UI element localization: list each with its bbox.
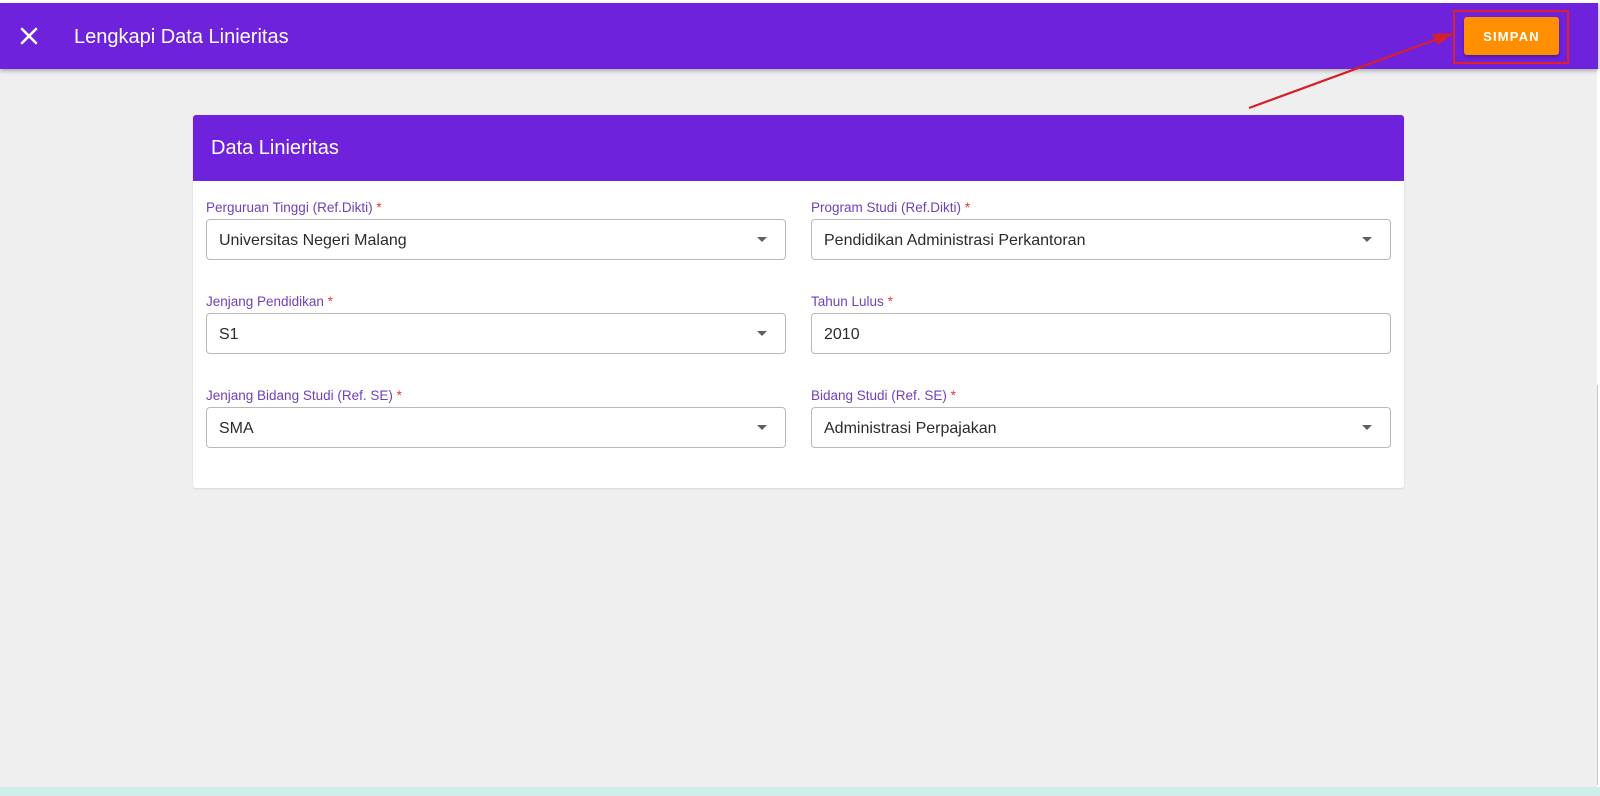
program-studi-select[interactable]: Pendidikan Administrasi Perkantoran — [811, 219, 1391, 260]
data-linieritas-card: Data Linieritas Perguruan Tinggi (Ref.Di… — [193, 115, 1404, 488]
chevron-down-icon — [757, 237, 767, 242]
bidang-studi-label: Bidang Studi (Ref. SE) * — [811, 388, 956, 403]
program-studi-label: Program Studi (Ref.Dikti) * — [811, 200, 971, 215]
card-header: Data Linieritas — [193, 115, 1404, 181]
bidang-studi-select[interactable]: Administrasi Perpajakan — [811, 407, 1391, 448]
chevron-down-icon — [757, 425, 767, 430]
chevron-down-icon — [1362, 237, 1372, 242]
chevron-down-icon — [757, 331, 767, 336]
perguruan-tinggi-label: Perguruan Tinggi (Ref.Dikti) * — [206, 200, 382, 215]
jenjang-bidang-studi-select[interactable]: SMA — [206, 407, 786, 448]
chevron-down-icon — [1362, 425, 1372, 430]
jenjang-pendidikan-label: Jenjang Pendidikan * — [206, 294, 333, 309]
perguruan-tinggi-select[interactable]: Universitas Negeri Malang — [206, 219, 786, 260]
app-bar: Lengkapi Data Linieritas SIMPAN — [0, 3, 1598, 69]
close-button[interactable] — [14, 21, 44, 51]
card-title: Data Linieritas — [211, 137, 339, 159]
bidang-studi-value: Administrasi Perpajakan — [824, 420, 997, 437]
tahun-lulus-input[interactable]: 2010 — [811, 313, 1391, 354]
tahun-lulus-label: Tahun Lulus * — [811, 294, 893, 309]
close-icon — [20, 27, 38, 45]
jenjang-bidang-studi-label: Jenjang Bidang Studi (Ref. SE) * — [206, 388, 402, 403]
page-title: Lengkapi Data Linieritas — [74, 26, 289, 48]
tahun-lulus-value: 2010 — [824, 326, 860, 343]
perguruan-tinggi-value: Universitas Negeri Malang — [219, 232, 407, 249]
jenjang-pendidikan-select[interactable]: S1 — [206, 313, 786, 354]
jenjang-pendidikan-value: S1 — [219, 326, 239, 343]
jenjang-bidang-studi-value: SMA — [219, 420, 254, 437]
scrollbar-track — [1597, 385, 1598, 785]
save-button[interactable]: SIMPAN — [1464, 17, 1559, 55]
taskbar — [0, 787, 1600, 796]
program-studi-value: Pendidikan Administrasi Perkantoran — [824, 232, 1086, 249]
